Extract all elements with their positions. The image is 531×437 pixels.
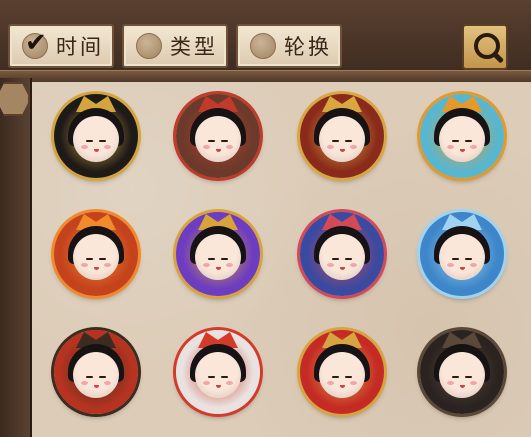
avatar-frame-blue-water-swirl[interactable] xyxy=(412,204,512,304)
avatar-eye xyxy=(452,376,459,378)
avatar-face xyxy=(195,352,241,398)
avatar-eye xyxy=(332,258,339,260)
radio-icon xyxy=(250,33,276,59)
avatar-face xyxy=(73,352,119,398)
avatar-face xyxy=(439,116,485,162)
avatar-frame-gold-samurai-helmet[interactable] xyxy=(46,86,146,186)
check-icon: ✔ xyxy=(25,28,47,58)
avatar-eye xyxy=(345,376,352,378)
avatar-eye xyxy=(99,376,106,378)
avatar-eye xyxy=(208,140,215,142)
avatar-eye xyxy=(99,140,106,142)
avatar-blush xyxy=(327,145,334,149)
avatar-eye xyxy=(332,376,339,378)
avatar-frame-red-gold-vine[interactable] xyxy=(292,322,392,422)
avatar-blush xyxy=(447,263,454,267)
avatar-blush xyxy=(350,263,357,267)
avatar-blush xyxy=(81,263,88,267)
search-button[interactable] xyxy=(462,24,508,70)
avatar-eye xyxy=(86,258,93,260)
left-sidebar xyxy=(0,78,32,437)
avatar-face xyxy=(319,116,365,162)
avatar-blush xyxy=(203,381,210,385)
avatar-blush xyxy=(447,145,454,149)
avatar-frame-fox-mask-drum[interactable] xyxy=(292,204,392,304)
avatar-blush xyxy=(447,381,454,385)
avatar-eye xyxy=(465,258,472,260)
avatar-blush xyxy=(104,145,111,149)
avatar-face xyxy=(195,234,241,280)
avatar-eye xyxy=(208,376,215,378)
filter-time-label: 时间 xyxy=(56,35,104,59)
avatar-blush xyxy=(104,381,111,385)
hexagon-icon[interactable] xyxy=(0,82,30,116)
avatar-frame-plain-black[interactable] xyxy=(412,322,512,422)
avatar-eye xyxy=(465,140,472,142)
avatar-blush xyxy=(350,145,357,149)
avatar-eye xyxy=(332,140,339,142)
avatar-blush xyxy=(81,381,88,385)
avatar-frame-lantern-wheel[interactable] xyxy=(46,322,146,422)
filter-rotation-label: 轮换 xyxy=(284,35,332,59)
avatar-eye xyxy=(221,140,228,142)
avatar-eye xyxy=(465,376,472,378)
avatar-frame-white-fur-demon[interactable] xyxy=(168,322,268,422)
avatar-eye xyxy=(221,376,228,378)
avatar-blush xyxy=(81,145,88,149)
radio-icon xyxy=(136,33,162,59)
avatar-blush xyxy=(226,145,233,149)
avatar-eye xyxy=(99,258,106,260)
magnifier-handle xyxy=(491,51,505,64)
avatar-blush xyxy=(470,381,477,385)
avatar-eye xyxy=(452,140,459,142)
avatar-blush xyxy=(470,145,477,149)
avatar-face xyxy=(73,234,119,280)
avatar-face xyxy=(439,352,485,398)
avatar-face xyxy=(319,234,365,280)
avatar-frame-flame-blossom[interactable] xyxy=(46,204,146,304)
avatar-blush xyxy=(350,381,357,385)
avatar-frame-gold-red-kabuto[interactable] xyxy=(292,86,392,186)
avatar-eye xyxy=(345,140,352,142)
avatar-frame-gold-dragon[interactable] xyxy=(168,204,268,304)
filter-type-label: 类型 xyxy=(170,35,218,59)
avatar-blush xyxy=(226,263,233,267)
avatar-blush xyxy=(203,263,210,267)
avatar-eye xyxy=(452,258,459,260)
filter-type-button[interactable]: 类型 xyxy=(122,24,228,68)
avatar-face xyxy=(439,234,485,280)
avatar-eye xyxy=(345,258,352,260)
avatar-blush xyxy=(203,145,210,149)
avatar-blush xyxy=(470,263,477,267)
avatar-eye xyxy=(221,258,228,260)
avatar-eye xyxy=(86,140,93,142)
avatar-blush xyxy=(327,263,334,267)
avatar-frame-red-oni-horns[interactable] xyxy=(168,86,268,186)
avatar-frame-autumn-maple-leaves[interactable] xyxy=(412,86,512,186)
filter-rotation-button[interactable]: 轮换 xyxy=(236,24,342,68)
radio-icon-checked: ✔ xyxy=(22,28,48,59)
avatar-face xyxy=(73,116,119,162)
avatar-eye xyxy=(208,258,215,260)
avatar-blush xyxy=(327,381,334,385)
avatar-face xyxy=(319,352,365,398)
filter-time-button[interactable]: ✔ 时间 xyxy=(8,24,114,68)
avatar-blush xyxy=(226,381,233,385)
avatar-blush xyxy=(104,263,111,267)
avatar-face xyxy=(195,116,241,162)
avatar-eye xyxy=(86,376,93,378)
